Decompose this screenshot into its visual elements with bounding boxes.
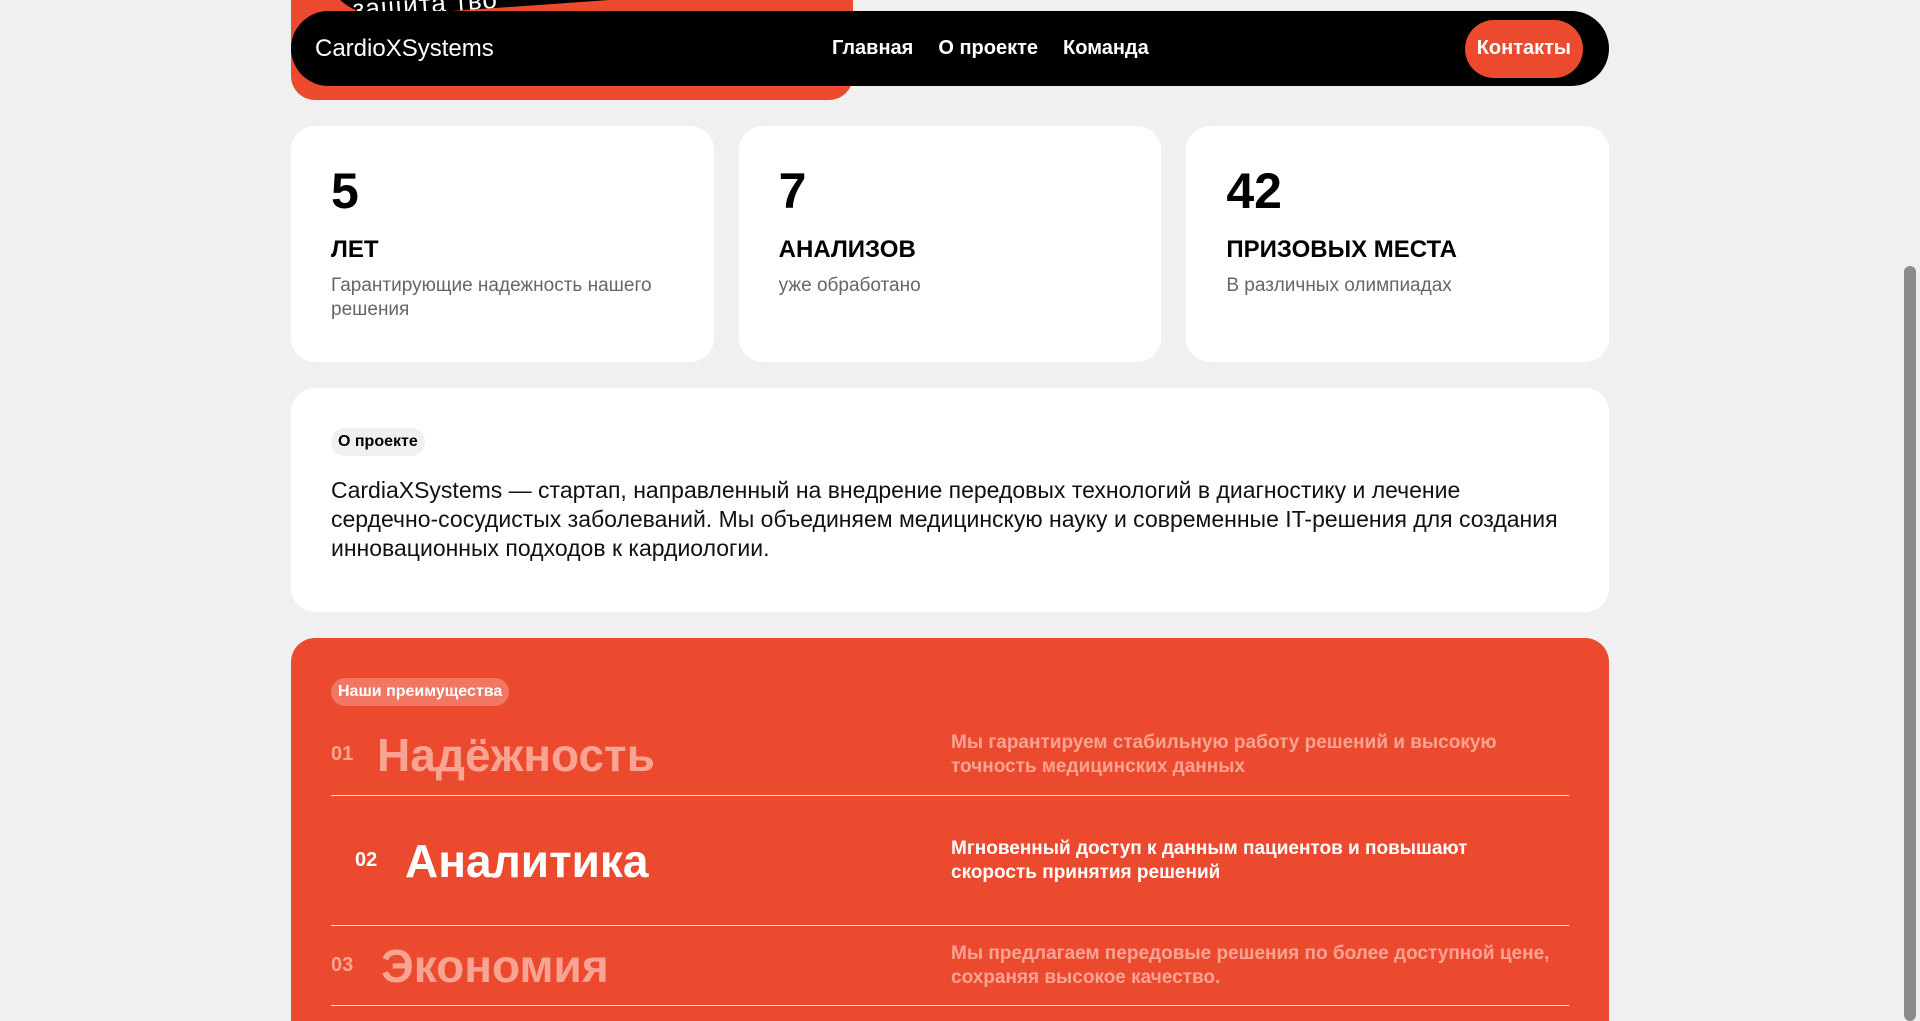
nav-link-home[interactable]: Главная — [832, 37, 913, 60]
advantage-title: Экономия — [381, 939, 609, 992]
stat-number: 7 — [778, 163, 807, 219]
advantage-item[interactable]: 01 Надёжность Мы гарантируем стабильную … — [331, 714, 1569, 796]
scrollbar-thumb[interactable] — [1904, 266, 1916, 1021]
advantage-text: Мгновенный доступ к данным пациентов и п… — [951, 837, 1468, 883]
advantage-title: Аналитика — [405, 834, 649, 887]
page: защита тво CardioXSystems Главная О прое… — [0, 0, 1920, 1021]
stat-card-analyses: 7 АНАЛИЗОВ уже обработано — [738, 126, 1162, 362]
stat-unit: ЛЕТ — [331, 236, 379, 263]
stats-section: 5 ЛЕТ Гарантирующие надежность нашего ре… — [291, 126, 1610, 362]
advantage-item-active[interactable]: 02 Аналитика Мгновенный доступ к данным … — [331, 796, 1569, 926]
advantage-text: Мы предлагаем передовые решения по более… — [951, 942, 1550, 988]
advantage-title: Надёжность — [377, 728, 655, 781]
contacts-button[interactable]: Контакты — [1464, 19, 1583, 78]
stat-card-prizes: 42 ПРИЗОВЫХ МЕСТА В различных олимпиадах — [1186, 126, 1610, 362]
advantage-item[interactable]: 03 Экономия Мы предлагаем передовые реше… — [331, 926, 1569, 1006]
nav-links: Главная О проекте Команда — [832, 37, 1149, 60]
stat-number: 5 — [331, 163, 359, 219]
stat-description: уже обработано — [778, 275, 921, 296]
stat-number: 42 — [1226, 163, 1282, 219]
nav-link-team[interactable]: Команда — [1063, 37, 1149, 60]
stat-description: В различных олимпиадах — [1226, 275, 1452, 296]
site-logo[interactable]: CardioXSystems — [315, 35, 715, 63]
advantage-number: 01 — [331, 743, 354, 765]
stat-unit: ПРИЗОВЫХ МЕСТА — [1226, 236, 1457, 263]
stat-unit: АНАЛИЗОВ — [778, 236, 916, 263]
stat-card-years: 5 ЛЕТ Гарантирующие надежность нашего ре… — [291, 126, 714, 362]
advantage-number: 03 — [331, 954, 354, 976]
advantages-section: Наши преимущества 01 Надёжность Мы гаран… — [291, 638, 1609, 1021]
nav-link-about[interactable]: О проекте — [938, 37, 1038, 60]
advantage-number: 02 — [355, 849, 378, 871]
top-navbar: CardioXSystems Главная О проекте Команда… — [291, 11, 1609, 86]
advantages-tag: Наши преимущества — [331, 678, 510, 706]
about-text: CardiaXSystems — стартап, направленный н… — [331, 477, 1558, 561]
about-tag: О проекте — [331, 428, 425, 456]
scrollbar[interactable] — [1900, 0, 1920, 1021]
stat-description: Гарантирующие надежность нашего решения — [331, 275, 652, 320]
advantage-text: Мы гарантируем стабильную работу решений… — [951, 731, 1497, 777]
about-section: О проекте CardiaXSystems — стартап, напр… — [291, 388, 1609, 612]
